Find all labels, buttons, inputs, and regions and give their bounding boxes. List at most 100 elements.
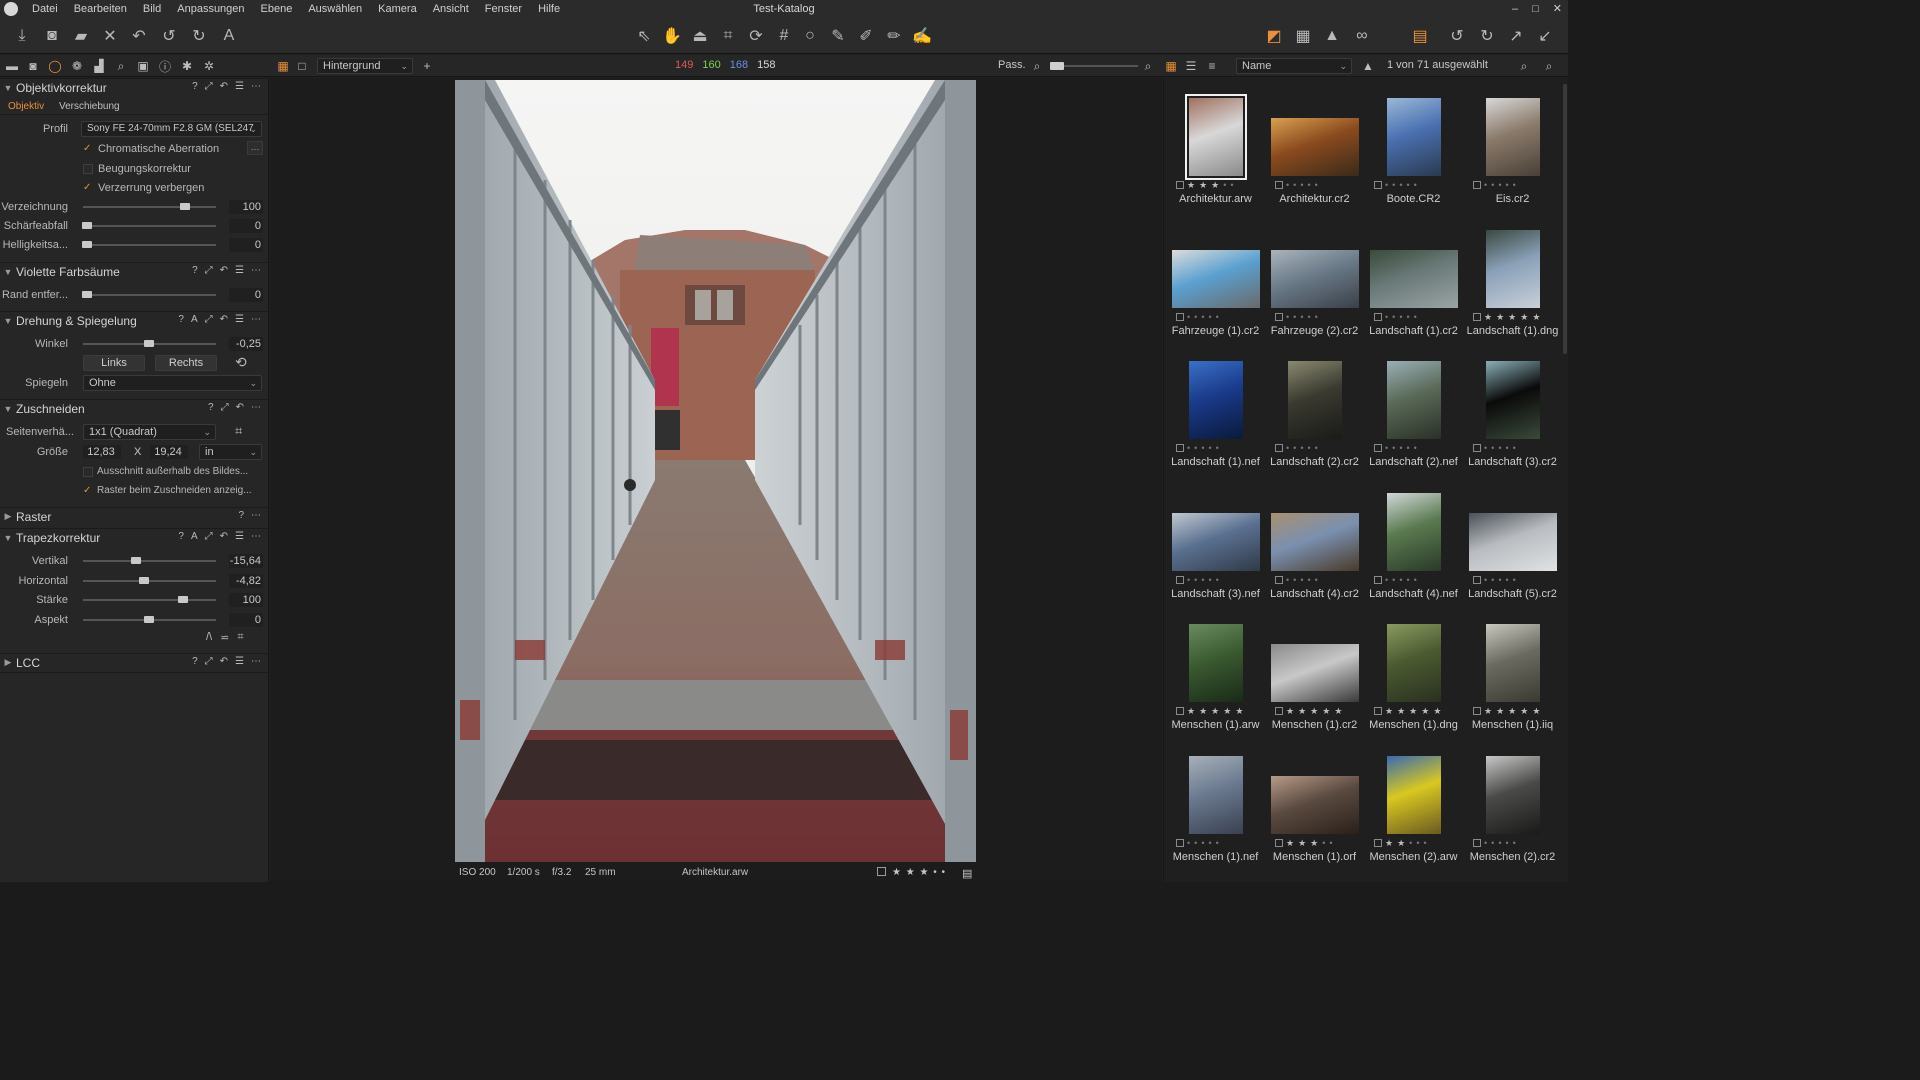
star-empty-icon[interactable]: • <box>1208 575 1215 585</box>
profile-select[interactable]: Sony FE 24-70mm F2.8 GM (SEL247 ⌄ <box>81 121 262 137</box>
thumbnail-item[interactable]: ★★★★★ Menschen (1).cr2 <box>1267 618 1362 746</box>
rotate-left-icon[interactable]: ↺ <box>1445 24 1469 48</box>
thumbnail-item[interactable]: ••••• Boote.CR2 <box>1366 92 1461 220</box>
exposure-tab-icon[interactable]: ▟ <box>91 58 107 74</box>
thumbnail-image-library[interactable] <box>1270 118 1359 176</box>
menu-bild[interactable]: Bild <box>135 0 169 18</box>
thumbnail-item[interactable]: ★★★•• Architektur.arw <box>1168 92 1263 220</box>
copy-apply-icon[interactable]: ⤢ <box>205 265 213 276</box>
star-filled-icon[interactable]: ★ <box>1199 180 1211 190</box>
menu-auswählen[interactable]: Auswählen <box>300 0 370 18</box>
crop-width-field[interactable]: 12,83 <box>83 445 121 459</box>
thumbnail-rating[interactable]: ••••• <box>1374 443 1421 453</box>
reset-icon[interactable]: ↶ <box>220 81 228 92</box>
star-empty-icon[interactable]: • <box>1513 575 1520 585</box>
thumbnail-image-face[interactable] <box>1270 776 1359 834</box>
star-empty-icon[interactable]: • <box>1423 838 1430 848</box>
fringe-slider-thumb[interactable] <box>82 291 92 298</box>
copy-apply-icon[interactable]: ⤢ <box>205 81 213 92</box>
sort-select[interactable]: Name ⌄ <box>1236 58 1352 74</box>
color-tab-icon[interactable]: ❁ <box>69 58 85 74</box>
thumbnail-select-checkbox[interactable] <box>1473 839 1481 847</box>
slider-value[interactable]: 0 <box>229 219 263 233</box>
star-empty-icon[interactable]: • <box>1513 180 1520 190</box>
star-filled-icon[interactable]: ★ <box>1385 706 1397 716</box>
stamp-icon[interactable]: ⏏ <box>688 24 712 48</box>
thumbnail-grid-icon[interactable]: ▦ <box>1163 58 1179 74</box>
layer-select[interactable]: Hintergrund ⌄ <box>317 58 413 74</box>
thumbnail-item[interactable]: ★★★★★ Menschen (1).iiq <box>1465 618 1560 746</box>
lens-correction-header[interactable]: ▼ Objektivkorrektur ? ⤢ ↶ ☰ ⋯ <box>0 78 269 96</box>
menu-kamera[interactable]: Kamera <box>370 0 425 18</box>
slider-thumb[interactable] <box>180 203 190 210</box>
menu-hilfe[interactable]: Hilfe <box>530 0 568 18</box>
thumbnail-image-cliff[interactable] <box>1386 361 1441 439</box>
star-empty-icon[interactable]: • <box>1505 443 1512 453</box>
star-filled-icon[interactable]: ★ <box>1496 706 1508 716</box>
delete-icon[interactable]: ✕ <box>98 24 122 48</box>
warning-icon[interactable]: ▲ <box>1320 24 1344 48</box>
process-icon[interactable]: ↙ <box>1533 24 1557 48</box>
thumbnail-select-checkbox[interactable] <box>1473 181 1481 189</box>
thumbnail-select-checkbox[interactable] <box>1473 576 1481 584</box>
thumbnail-item[interactable]: ★★★★★ Landschaft (1).dng <box>1465 224 1560 352</box>
star-filled-icon[interactable]: ★ <box>1310 706 1322 716</box>
star-filled-icon[interactable]: ★ <box>1496 312 1508 322</box>
more-icon[interactable]: ⋯ <box>251 265 261 276</box>
star-empty-icon[interactable]: • <box>1307 180 1314 190</box>
crop-height-field[interactable]: 19,24 <box>150 445 188 459</box>
search-icon[interactable]: ⌕ <box>1541 58 1557 74</box>
thumbnail-select-checkbox[interactable] <box>1374 181 1382 189</box>
star-empty-icon[interactable]: • <box>1406 443 1413 453</box>
purple-fringe-header[interactable]: ▼ Violette Farbsäume ? ⤢ ↶ ☰ ⋯ <box>0 262 269 280</box>
thumbnail-image-lake[interactable] <box>1188 361 1243 439</box>
thumbnail-select-checkbox[interactable] <box>1473 313 1481 321</box>
star-empty-icon[interactable]: • <box>1307 312 1314 322</box>
add-layer-icon[interactable]: + <box>419 58 435 74</box>
slider-track[interactable] <box>83 579 216 582</box>
slider-value[interactable]: -15,64 <box>229 554 263 568</box>
more-icon[interactable]: ⋯ <box>251 314 261 325</box>
thumbnail-image-cave[interactable] <box>1485 361 1540 439</box>
star-empty-icon[interactable]: • <box>1505 575 1512 585</box>
thumbnail-rating[interactable]: ★★★★★ <box>1473 312 1544 323</box>
star-filled-icon[interactable]: ★ <box>1310 838 1322 848</box>
star-empty-icon[interactable]: • <box>1208 838 1215 848</box>
slider-track[interactable] <box>83 225 216 227</box>
thumbnail-item[interactable]: ••••• Landschaft (5).cr2 <box>1465 487 1560 615</box>
slider-track[interactable] <box>83 599 216 601</box>
star-filled-icon[interactable]: ★ <box>1484 706 1496 716</box>
folder-export-icon[interactable]: ▰ <box>69 24 93 48</box>
more-icon[interactable]: ⋯ <box>251 510 261 521</box>
presets-icon[interactable]: ☰ <box>235 81 244 92</box>
thumbnail-image-mountain[interactable] <box>1171 513 1260 571</box>
capture-tab-icon[interactable]: ◙ <box>25 58 41 74</box>
star-empty-icon[interactable]: • <box>1406 312 1413 322</box>
thumbnail-image-forest[interactable] <box>1287 361 1342 439</box>
text-tool-icon[interactable]: A <box>217 24 241 48</box>
thumbnail-select-checkbox[interactable] <box>1176 444 1184 452</box>
thumbnail-select-checkbox[interactable] <box>1374 707 1382 715</box>
crop-header[interactable]: ▼ Zuschneiden ? ⤢ ↶ ⋯ <box>0 399 269 417</box>
thumbnail-item[interactable]: ★★••• Menschen (2).arw <box>1366 750 1461 878</box>
details-tab-icon[interactable]: ⌕ <box>113 58 129 74</box>
help-icon[interactable]: ? <box>178 531 184 542</box>
single-view-icon[interactable]: □ <box>294 58 310 74</box>
copy-apply-icon[interactable]: ⤢ <box>205 531 213 542</box>
star-filled-icon[interactable]: ★ <box>1187 180 1199 190</box>
star-filled-icon[interactable]: ★ <box>1397 838 1409 848</box>
menu-datei[interactable]: Datei <box>24 0 66 18</box>
slider-track[interactable] <box>83 244 216 246</box>
star-empty-icon[interactable]: • <box>1216 443 1223 453</box>
slider-track[interactable] <box>83 206 216 208</box>
zoom-in-icon[interactable]: ⌕ <box>1140 58 1156 74</box>
star-filled-icon[interactable]: ★ <box>1298 838 1310 848</box>
angle-slider-thumb[interactable] <box>144 340 154 347</box>
zoom-slider[interactable] <box>1050 62 1138 70</box>
thumbnail-item[interactable]: ••••• Eis.cr2 <box>1465 92 1560 220</box>
outside-crop-checkbox[interactable] <box>83 467 93 477</box>
presets-icon[interactable]: ☰ <box>235 531 244 542</box>
thumbnail-select-checkbox[interactable] <box>1176 313 1184 321</box>
star-filled-icon[interactable]: ★ <box>1409 706 1421 716</box>
help-icon[interactable]: ? <box>178 314 184 325</box>
